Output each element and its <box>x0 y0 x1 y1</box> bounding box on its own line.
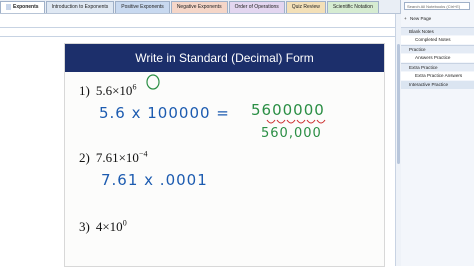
handwriting-answer-1: 560,000 <box>261 126 322 141</box>
handwriting-result-1: 5600000 <box>251 101 325 119</box>
page-list-panel: Search All Notebooks (Ctrl+E) + New Page … <box>400 0 474 266</box>
tab-exponents[interactable]: Exponents <box>0 1 45 13</box>
tab-positive-exponents[interactable]: Positive Exponents <box>115 1 170 13</box>
page-item-extra-practice[interactable]: Extra Practice <box>401 63 474 71</box>
green-circle-annotation <box>146 74 160 90</box>
tab-quiz-review[interactable]: Quiz Review <box>285 1 326 13</box>
page-item-completed-notes[interactable]: Completed Notes <box>401 36 474 44</box>
tab-order-of-operations[interactable]: Order of Operations <box>228 1 285 13</box>
divider <box>0 36 400 37</box>
problem-1: 1) 5.6×106 <box>79 82 137 98</box>
lesson-slide: Write in Standard (Decimal) Form 1) 5.6×1… <box>64 43 385 267</box>
page-canvas[interactable]: Write in Standard (Decimal) Form 1) 5.6×1… <box>0 14 400 267</box>
notebook-icon <box>6 3 11 10</box>
tab-scientific-notation[interactable]: Scientific Notation <box>326 1 379 13</box>
divider <box>0 27 400 28</box>
page-item-interactive-practice[interactable]: Interactive Practice <box>401 81 474 89</box>
handwriting-line-2: 7.61 x .0001 <box>101 171 208 189</box>
page-item-practice[interactable]: Practice <box>401 45 474 53</box>
page-item-extra-practice-answers[interactable]: Extra Practice Answers <box>401 72 474 80</box>
problem-3: 3) 4×100 <box>79 218 127 234</box>
section-tab-bar: Exponents Introduction to Exponents Posi… <box>0 0 400 14</box>
page-item-blank-notes[interactable]: Blank Notes <box>401 27 474 35</box>
problem-2: 2) 7.61×10−4 <box>79 149 148 165</box>
new-page-button[interactable]: + New Page <box>401 15 474 23</box>
handwriting-line-1: 5.6 x 100000 = <box>99 104 230 122</box>
vertical-scrollbar[interactable] <box>395 14 401 266</box>
scroll-thumb[interactable] <box>397 44 400 164</box>
page-item-answers-practice[interactable]: Answers Practice <box>401 54 474 62</box>
tab-introduction-to-exponents[interactable]: Introduction to Exponents <box>45 1 115 13</box>
tab-negative-exponents[interactable]: Negative Exponents <box>170 1 228 13</box>
add-icon: + <box>404 16 407 21</box>
slide-title: Write in Standard (Decimal) Form <box>65 44 384 72</box>
search-input[interactable]: Search All Notebooks (Ctrl+E) <box>404 2 470 10</box>
